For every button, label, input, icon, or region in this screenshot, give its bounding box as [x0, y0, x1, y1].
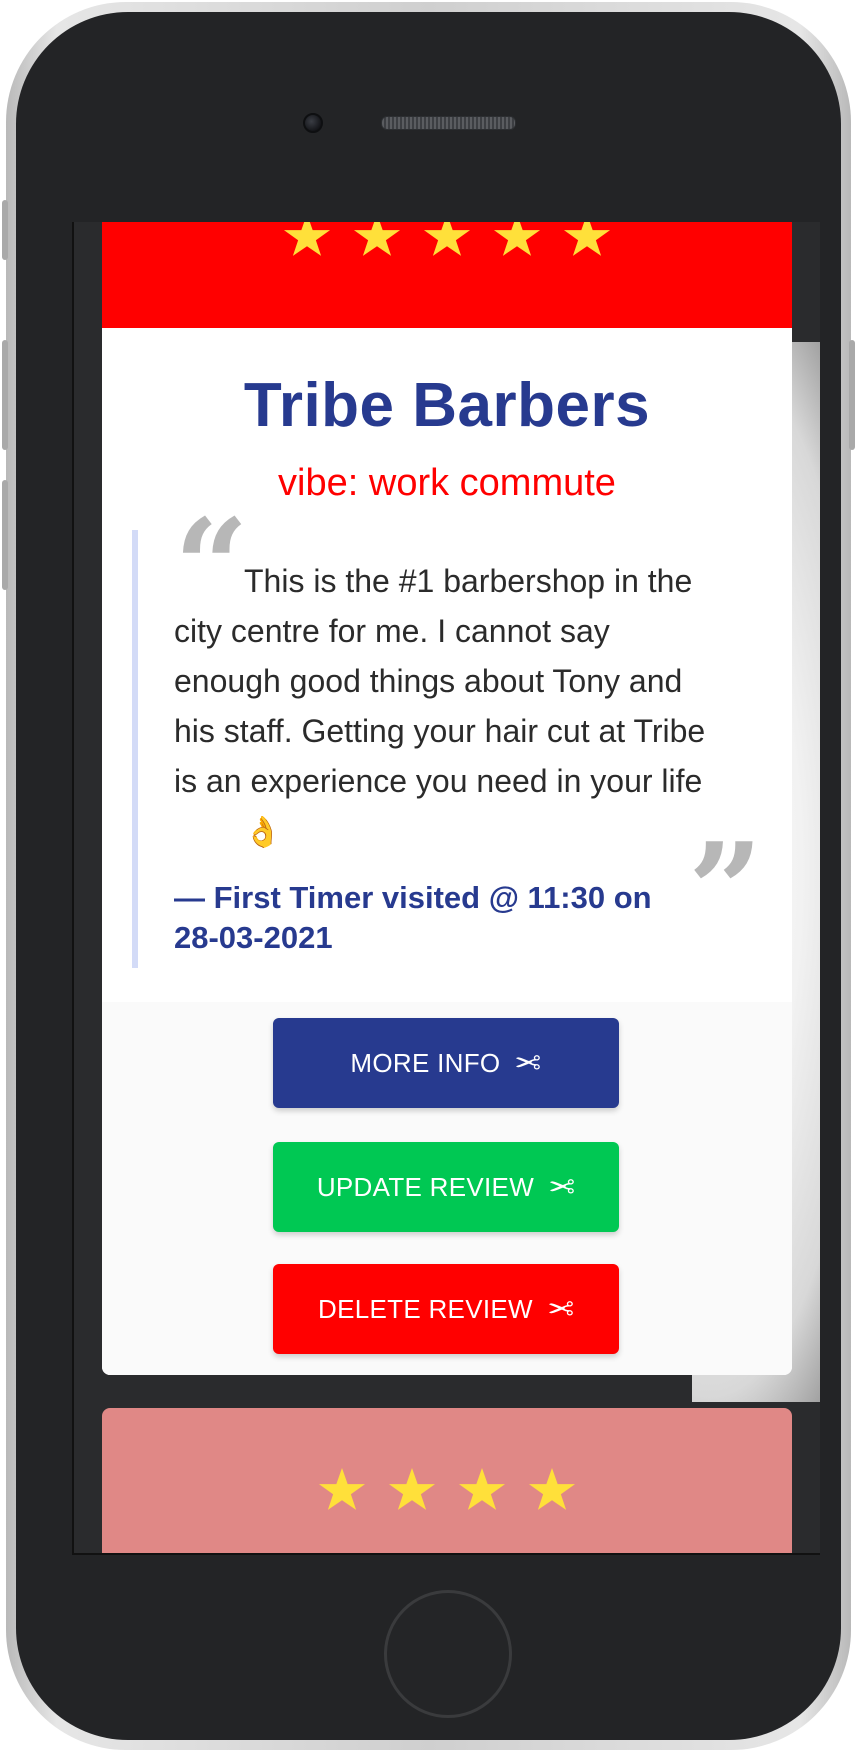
home-button[interactable]: [384, 1590, 512, 1718]
phone-screen: Tribe Barbers vibe: work commute “ This …: [72, 222, 820, 1555]
rating-header: [102, 222, 792, 328]
close-quote-icon: ”: [688, 814, 763, 967]
delete-review-button[interactable]: DELETE REVIEW ✂: [273, 1264, 619, 1354]
review-quote: “ This is the #1 barbershop in the city …: [132, 502, 763, 968]
star-icon: [318, 1468, 366, 1510]
phone-body: Tribe Barbers vibe: work commute “ This …: [16, 12, 841, 1740]
power-button: [849, 340, 855, 450]
front-camera: [303, 113, 323, 133]
star-icon: [388, 1468, 436, 1510]
review-text: This is the #1 barbershop in the city ce…: [174, 556, 714, 858]
review-text-body: This is the #1 barbershop in the city ce…: [174, 563, 706, 799]
star-rating: [102, 222, 792, 260]
ok-hand-emoji: 👌: [244, 815, 282, 850]
star-icon: [283, 222, 331, 256]
star-rating: [102, 1468, 792, 1514]
phone-frame: Tribe Barbers vibe: work commute “ This …: [2, 2, 855, 1750]
review-author: — First Timer visited @ 11:30 on 28-03-2…: [174, 880, 652, 955]
earpiece-speaker: [381, 116, 516, 130]
scissors-icon: ✂: [548, 1168, 576, 1206]
update-review-button[interactable]: UPDATE REVIEW ✂: [273, 1142, 619, 1232]
volume-down-button: [2, 480, 8, 590]
next-review-card: [102, 1408, 792, 1555]
star-icon: [458, 1468, 506, 1510]
star-icon: [528, 1468, 576, 1510]
delete-review-label: DELETE REVIEW: [318, 1293, 533, 1324]
scissors-icon: ✂: [514, 1044, 542, 1082]
star-icon: [423, 222, 471, 256]
star-icon: [493, 222, 541, 256]
action-buttons: MORE INFO ✂ UPDATE REVIEW ✂ DELETE REVIE…: [102, 1002, 792, 1375]
screen-edge: [72, 1553, 820, 1555]
shop-name: Tribe Barbers: [243, 371, 651, 440]
star-icon: [353, 222, 401, 256]
more-info-label: MORE INFO: [350, 1047, 501, 1078]
scissors-icon: ✂: [546, 1290, 574, 1328]
star-icon: [563, 222, 611, 256]
review-card: Tribe Barbers vibe: work commute “ This …: [102, 222, 792, 1375]
mute-switch: [2, 200, 8, 260]
screen-edge: [72, 222, 74, 1555]
update-review-label: UPDATE REVIEW: [316, 1171, 535, 1202]
more-info-button[interactable]: MORE INFO ✂: [273, 1018, 619, 1108]
volume-up-button: [2, 340, 8, 450]
